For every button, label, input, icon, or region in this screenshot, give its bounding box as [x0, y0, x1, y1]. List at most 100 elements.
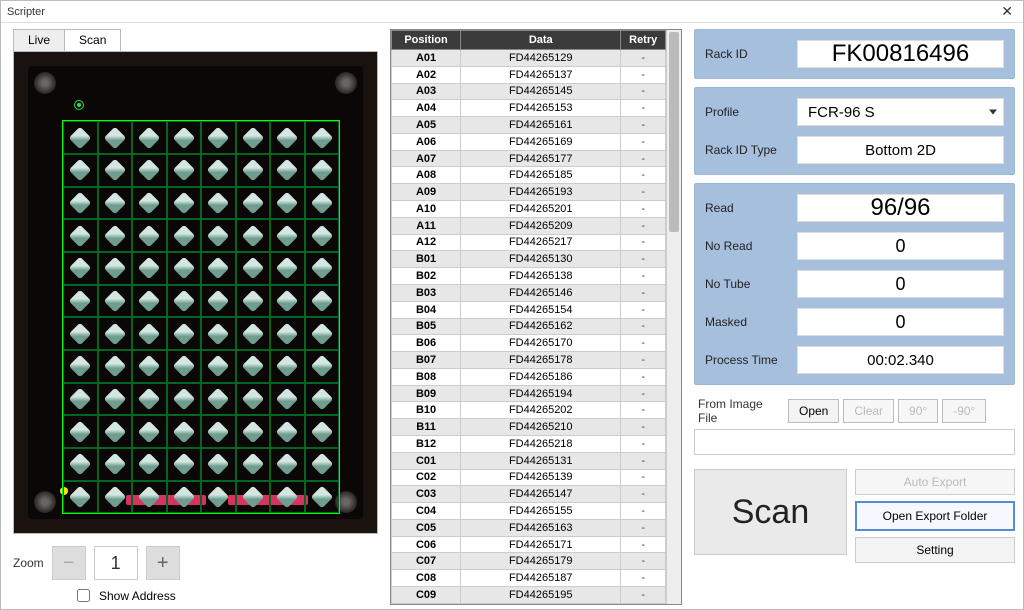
auto-export-button[interactable]: Auto Export	[855, 469, 1015, 495]
zoom-out-button[interactable]: −	[52, 546, 86, 580]
table-row[interactable]: B08FD44265186-	[392, 368, 666, 385]
tube-cell[interactable]	[132, 187, 167, 220]
tube-cell[interactable]	[270, 187, 305, 220]
tube-cell[interactable]	[305, 383, 340, 416]
tube-cell[interactable]	[98, 383, 133, 416]
tube-cell[interactable]	[98, 481, 133, 514]
tube-cell[interactable]	[236, 383, 271, 416]
tube-cell[interactable]	[236, 187, 271, 220]
tube-cell[interactable]	[63, 187, 98, 220]
profile-select[interactable]: FCR-96 S	[797, 98, 1004, 126]
tube-cell[interactable]	[305, 350, 340, 383]
tube-cell[interactable]	[305, 154, 340, 187]
table-row[interactable]: A02FD44265137-	[392, 66, 666, 83]
col-retry[interactable]: Retry	[621, 31, 666, 50]
tube-cell[interactable]	[236, 481, 271, 514]
tube-cell[interactable]	[63, 154, 98, 187]
table-row[interactable]: C02FD44265139-	[392, 469, 666, 486]
tube-cell[interactable]	[63, 317, 98, 350]
table-row[interactable]: B11FD44265210-	[392, 419, 666, 436]
table-row[interactable]: B07FD44265178-	[392, 352, 666, 369]
scan-preview[interactable]	[13, 51, 378, 534]
tube-cell[interactable]	[305, 285, 340, 318]
tube-cell[interactable]	[167, 481, 202, 514]
table-row[interactable]: C06FD44265171-	[392, 536, 666, 553]
table-row[interactable]: A03FD44265145-	[392, 83, 666, 100]
tube-cell[interactable]	[236, 252, 271, 285]
tube-cell[interactable]	[201, 252, 236, 285]
tube-cell[interactable]	[270, 285, 305, 318]
tube-cell[interactable]	[167, 252, 202, 285]
tube-cell[interactable]	[167, 317, 202, 350]
file-path-input[interactable]	[694, 429, 1015, 455]
table-row[interactable]: A01FD44265129-	[392, 50, 666, 67]
tube-cell[interactable]	[98, 285, 133, 318]
tube-cell[interactable]	[236, 317, 271, 350]
tube-cell[interactable]	[132, 383, 167, 416]
tube-cell[interactable]	[63, 415, 98, 448]
tube-cell[interactable]	[63, 383, 98, 416]
tube-cell[interactable]	[132, 317, 167, 350]
tube-cell[interactable]	[201, 121, 236, 154]
tube-cell[interactable]	[132, 154, 167, 187]
tube-cell[interactable]	[270, 383, 305, 416]
tube-cell[interactable]	[305, 121, 340, 154]
tube-cell[interactable]	[98, 187, 133, 220]
scan-button[interactable]: Scan	[694, 469, 847, 555]
tube-cell[interactable]	[236, 121, 271, 154]
open-export-folder-button[interactable]: Open Export Folder	[855, 501, 1015, 531]
clear-file-button[interactable]: Clear	[843, 399, 894, 423]
tube-cell[interactable]	[201, 350, 236, 383]
tube-cell[interactable]	[236, 219, 271, 252]
tube-cell[interactable]	[270, 219, 305, 252]
tube-cell[interactable]	[132, 121, 167, 154]
table-row[interactable]: A10FD44265201-	[392, 201, 666, 218]
tube-cell[interactable]	[270, 252, 305, 285]
show-address-checkbox[interactable]: Show Address	[73, 586, 382, 605]
table-row[interactable]: C09FD44265195-	[392, 587, 666, 604]
tube-cell[interactable]	[201, 481, 236, 514]
tab-live[interactable]: Live	[13, 29, 65, 52]
tube-cell[interactable]	[167, 187, 202, 220]
tube-cell[interactable]	[236, 448, 271, 481]
table-row[interactable]: A12FD44265217-	[392, 234, 666, 251]
tube-cell[interactable]	[270, 154, 305, 187]
tube-cell[interactable]	[201, 415, 236, 448]
tube-cell[interactable]	[236, 350, 271, 383]
tube-cell[interactable]	[63, 252, 98, 285]
col-position[interactable]: Position	[392, 31, 461, 50]
tube-cell[interactable]	[98, 317, 133, 350]
tube-cell[interactable]	[305, 481, 340, 514]
tube-cell[interactable]	[63, 219, 98, 252]
tube-cell[interactable]	[201, 154, 236, 187]
table-row[interactable]: C04FD44265155-	[392, 503, 666, 520]
tube-cell[interactable]	[132, 350, 167, 383]
table-row[interactable]: C07FD44265179-	[392, 553, 666, 570]
tube-cell[interactable]	[270, 317, 305, 350]
tube-cell[interactable]	[236, 415, 271, 448]
table-row[interactable]: B12FD44265218-	[392, 435, 666, 452]
table-row[interactable]: A09FD44265193-	[392, 184, 666, 201]
table-row[interactable]: B03FD44265146-	[392, 284, 666, 301]
tube-cell[interactable]	[305, 252, 340, 285]
setting-button[interactable]: Setting	[855, 537, 1015, 563]
tube-cell[interactable]	[270, 121, 305, 154]
tube-cell[interactable]	[305, 219, 340, 252]
tube-cell[interactable]	[305, 415, 340, 448]
tube-cell[interactable]	[167, 383, 202, 416]
tube-cell[interactable]	[132, 219, 167, 252]
results-table[interactable]: Position Data Retry A01FD44265129-A02FD4…	[391, 30, 666, 604]
tube-cell[interactable]	[270, 448, 305, 481]
tube-cell[interactable]	[63, 285, 98, 318]
table-row[interactable]: B10FD44265202-	[392, 402, 666, 419]
table-scrollbar[interactable]	[666, 30, 681, 604]
tube-cell[interactable]	[236, 285, 271, 318]
tube-cell[interactable]	[132, 252, 167, 285]
rotate-ccw-button[interactable]: -90°	[942, 399, 986, 423]
tube-cell[interactable]	[167, 154, 202, 187]
tube-cell[interactable]	[201, 187, 236, 220]
tube-cell[interactable]	[305, 317, 340, 350]
tube-cell[interactable]	[98, 219, 133, 252]
tube-cell[interactable]	[98, 415, 133, 448]
tube-cell[interactable]	[98, 448, 133, 481]
